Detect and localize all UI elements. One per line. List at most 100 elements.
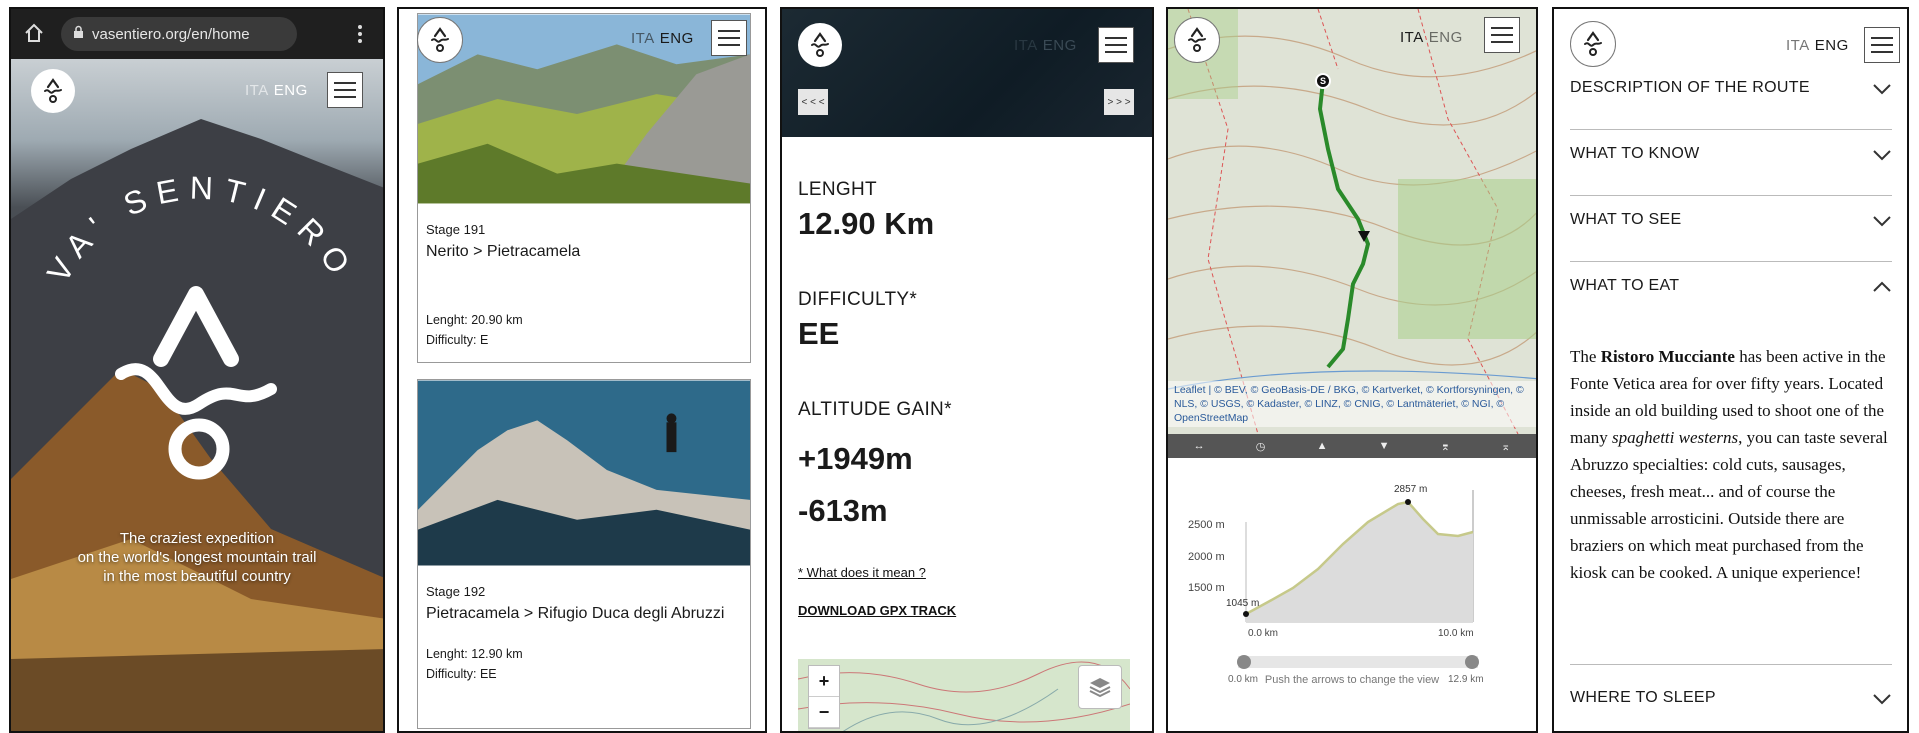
altitude-down-value: -613m — [798, 493, 888, 528]
bottom-align-icon[interactable]: ⌅ — [1501, 440, 1510, 453]
language-switch: ITA ENG — [1014, 37, 1077, 54]
divider — [1570, 664, 1892, 665]
slider-hint: Push the arrows to change the view — [1264, 674, 1440, 686]
up-arrow-icon[interactable]: ▲ — [1317, 440, 1328, 452]
lang-eng[interactable]: ENG — [660, 30, 694, 47]
accordion-where-to-sleep[interactable]: WHERE TO SLEEP — [1570, 689, 1892, 731]
stage-detail-screen: ITA ENG < < < > > > LENGHT 12.90 Km DIFFI… — [780, 7, 1154, 733]
accordion-label: WHERE TO SLEEP — [1570, 689, 1716, 706]
stage-info-screen: ITA ENG DESCRIPTION OF THE ROUTE WHAT TO … — [1552, 7, 1909, 733]
stage-card[interactable]: Stage 191 Nerito > Pietracamela Lenght: … — [417, 13, 751, 363]
accordion-description[interactable]: DESCRIPTION OF THE ROUTE — [1570, 79, 1892, 130]
chevron-down-icon — [1873, 84, 1891, 95]
accordion-what-to-know[interactable]: WHAT TO KNOW — [1570, 145, 1892, 196]
y-tick: 2500 m — [1188, 519, 1225, 531]
topo-map[interactable]: S Leaflet | © BEV, © GeoBasis-DE / BKG, … — [1168, 9, 1536, 435]
next-stage-button[interactable]: > > > — [1104, 89, 1134, 115]
logo-icon — [44, 78, 62, 103]
stage-number: Stage 192 — [426, 584, 486, 599]
hamburger-menu-icon[interactable] — [1484, 17, 1520, 53]
browser-toolbar: vasentiero.org/en/home — [11, 9, 383, 59]
hero-background: VA' SENTIERO The craziest expedition on … — [11, 59, 383, 731]
stages-list-screen: ITA ENG Stage 191 Nerito > Pietracamela L… — [397, 7, 767, 733]
lang-ita[interactable]: ITA — [1400, 29, 1424, 46]
tagline-line-2: on the world's longest mountain trail — [77, 549, 317, 566]
site-logo[interactable] — [1174, 17, 1220, 63]
hamburger-menu-icon[interactable] — [1864, 27, 1900, 63]
stage-number: Stage 191 — [426, 222, 486, 237]
length-label: Lenght: — [426, 313, 468, 327]
what-to-eat-text: The Ristoro Mucciante has been active in… — [1570, 347, 1888, 582]
slider-left-handle[interactable] — [1237, 655, 1251, 669]
stage-card[interactable]: Stage 192 Pietracamela > Rifugio Duca de… — [417, 379, 751, 729]
length-label: Lenght: — [426, 647, 468, 661]
lang-eng[interactable]: ENG — [1043, 37, 1077, 54]
lang-ita[interactable]: ITA — [1014, 37, 1038, 54]
logo-icon — [811, 32, 829, 57]
zoom-in-button[interactable]: + — [809, 666, 839, 697]
lock-icon — [73, 25, 84, 43]
difficulty-label: Difficulty: — [426, 333, 477, 347]
accordion-label: WHAT TO KNOW — [1570, 145, 1700, 162]
clock-icon[interactable]: ◷ — [1256, 440, 1266, 453]
tagline-line-3: in the most beautiful country — [103, 568, 291, 585]
lang-eng[interactable]: ENG — [274, 82, 308, 99]
header-image — [782, 9, 1152, 137]
brand-arc-text: VA' SENTIERO — [40, 170, 352, 289]
peak-label: 2857 m — [1394, 484, 1427, 495]
hamburger-menu-icon[interactable] — [327, 72, 363, 108]
zoom-out-button[interactable]: − — [809, 697, 839, 728]
stage-route: Nerito > Pietracamela — [426, 243, 581, 260]
route-minimap[interactable]: + − — [798, 659, 1130, 731]
position-arrow-icon — [1358, 231, 1370, 242]
top-align-icon[interactable]: ⌆ — [1441, 440, 1450, 453]
stage-meta: Lenght: 20.90 km Difficulty: E — [426, 310, 750, 350]
fit-width-icon[interactable]: ↔ — [1194, 440, 1205, 452]
route-map-screen: S Leaflet | © BEV, © GeoBasis-DE / BKG, … — [1166, 7, 1538, 733]
more-menu-icon[interactable] — [357, 23, 363, 50]
prev-stage-button[interactable]: < < < — [798, 89, 828, 115]
y-tick: 1500 m — [1188, 582, 1225, 594]
lang-ita[interactable]: ITA — [631, 30, 655, 47]
length-value: 20.90 km — [471, 313, 523, 327]
stage-photo — [418, 14, 750, 204]
svg-text:VA' SENTIERO: VA' SENTIERO — [40, 170, 362, 289]
accordion-what-to-eat[interactable]: WHAT TO EAT — [1570, 277, 1892, 327]
difficulty-value: EE — [798, 316, 840, 351]
down-arrow-icon[interactable]: ▼ — [1379, 440, 1390, 452]
logo-icon — [1584, 31, 1602, 56]
start-marker[interactable]: S — [1315, 73, 1331, 89]
language-switch: ITA ENG — [631, 30, 694, 47]
difficulty-value: EE — [479, 667, 497, 681]
hamburger-menu-icon[interactable] — [711, 20, 747, 56]
map-attribution: Leaflet | © BEV, © GeoBasis-DE / BKG, © … — [1168, 381, 1536, 427]
lang-eng[interactable]: ENG — [1429, 29, 1463, 46]
site-logo[interactable] — [1570, 21, 1616, 67]
site-logo[interactable] — [31, 69, 75, 113]
lang-ita[interactable]: ITA — [1786, 37, 1810, 54]
altitude-gain-label: ALTITUDE GAIN* — [798, 399, 952, 420]
lang-ita[interactable]: ITA — [245, 82, 269, 99]
site-logo[interactable] — [798, 23, 842, 67]
accordion-label: DESCRIPTION OF THE ROUTE — [1570, 79, 1810, 96]
layers-icon[interactable] — [1078, 665, 1122, 709]
difficulty-info-link[interactable]: * What does it mean ? — [798, 565, 926, 580]
start-elevation-label: 1045 m — [1226, 598, 1259, 609]
url-bar[interactable]: vasentiero.org/en/home — [61, 17, 297, 51]
hamburger-menu-icon[interactable] — [1098, 27, 1134, 63]
logo-icon — [1188, 27, 1206, 52]
accordion-label: WHAT TO SEE — [1570, 211, 1682, 228]
home-icon[interactable] — [23, 22, 45, 49]
restaurant-name: Ristoro Mucciante — [1600, 347, 1735, 366]
brand-logo: VA' SENTIERO — [40, 170, 362, 480]
lang-eng[interactable]: ENG — [1815, 37, 1849, 54]
length-label: LENGHT — [798, 179, 877, 200]
language-switch: ITA ENG — [245, 82, 308, 99]
language-switch: ITA ENG — [1400, 29, 1463, 46]
site-logo[interactable] — [417, 17, 463, 63]
accordion-what-to-see[interactable]: WHAT TO SEE — [1570, 211, 1892, 262]
slider-right-handle[interactable] — [1465, 655, 1479, 669]
download-gpx-link[interactable]: DOWNLOAD GPX TRACK — [798, 603, 956, 618]
chevron-down-icon — [1873, 216, 1891, 227]
difficulty-label: Difficulty: — [426, 667, 477, 681]
